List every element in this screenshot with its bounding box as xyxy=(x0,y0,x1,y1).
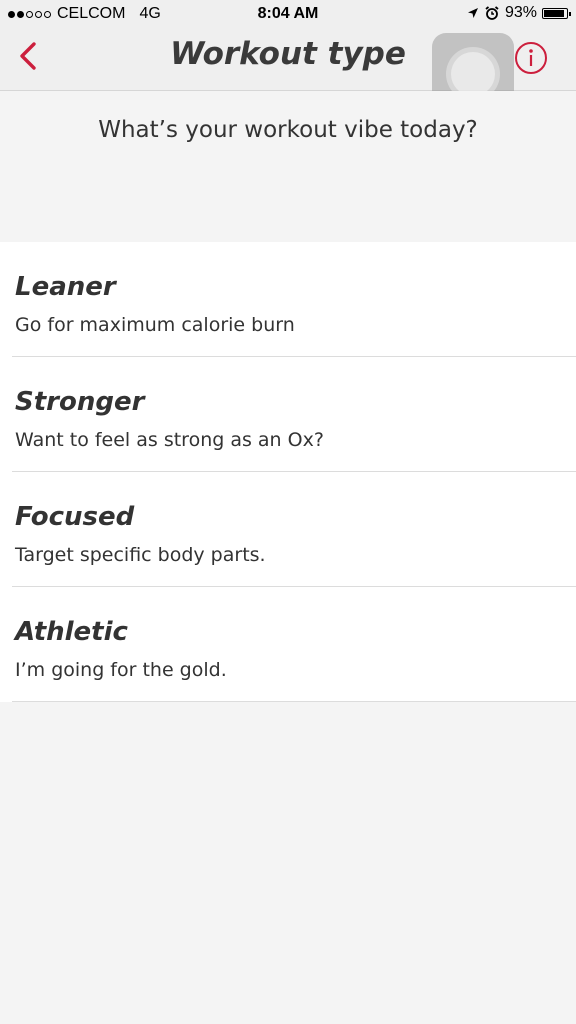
option-description: Go for maximum calorie burn xyxy=(15,314,295,336)
option-description: Want to feel as strong as an Ox? xyxy=(15,429,324,451)
nav-bar: Workout type xyxy=(0,30,576,115)
info-icon xyxy=(514,41,548,79)
prompt-text: What’s your workout vibe today? xyxy=(98,117,478,143)
option-description: I’m going for the gold. xyxy=(15,659,227,681)
option-description: Target specific body parts. xyxy=(15,544,266,566)
option-leaner[interactable]: Leaner Go for maximum calorie burn xyxy=(0,242,576,357)
option-title: Focused xyxy=(15,502,135,532)
location-arrow-icon xyxy=(467,7,479,19)
prompt-area: What’s your workout vibe today? xyxy=(0,91,576,241)
option-stronger[interactable]: Stronger Want to feel as strong as an Ox… xyxy=(0,357,576,472)
status-bar: CELCOM 4G 8:04 AM 93% xyxy=(0,0,576,30)
alarm-clock-icon xyxy=(485,6,499,20)
battery-icon xyxy=(542,7,571,19)
info-button[interactable] xyxy=(513,42,549,78)
battery-percent: 93% xyxy=(504,4,537,21)
option-title: Athletic xyxy=(15,617,128,647)
status-right: 93% xyxy=(467,4,571,22)
option-title: Stronger xyxy=(15,387,145,417)
workout-options-list: Leaner Go for maximum calorie burn Stron… xyxy=(0,242,576,702)
option-focused[interactable]: Focused Target specific body parts. xyxy=(0,472,576,587)
option-athletic[interactable]: Athletic I’m going for the gold. xyxy=(0,587,576,702)
option-title: Leaner xyxy=(15,272,116,302)
